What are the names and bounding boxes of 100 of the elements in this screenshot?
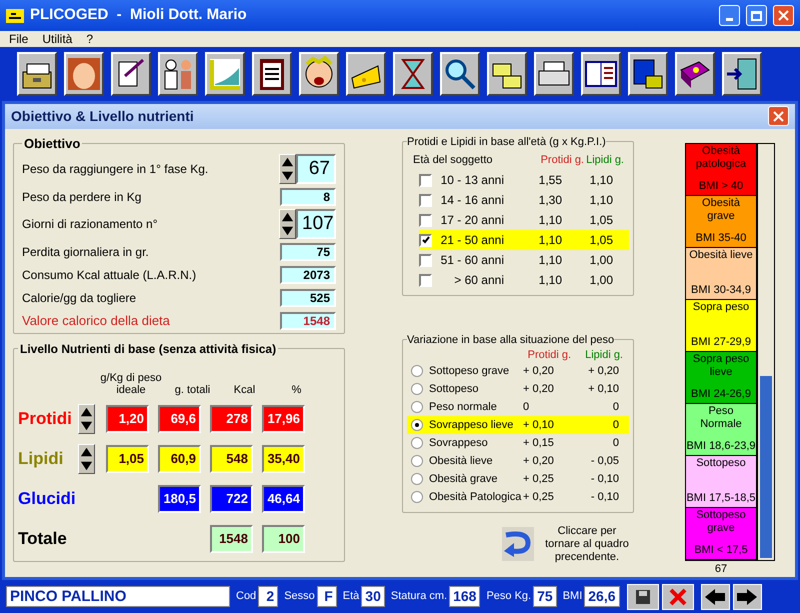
option-label: Sovrappeso lieve [428,418,514,433]
weight-option[interactable]: Sottopeso + 0,20 + 0,10 [407,380,629,398]
lipidi-value: + 0,10 [587,382,619,397]
age-row[interactable]: 14 - 16 anni 1,30 1,10 [419,190,629,210]
nutrient-label: Lipidi [18,448,64,470]
checkbox[interactable] [419,194,432,206]
toolbar-button[interactable] [440,52,480,96]
toolbar-button[interactable] [64,52,104,96]
value-cell: 1,05 [106,444,149,472]
status-value: 30 [361,586,385,607]
option-label: Obesità lieve [428,454,494,469]
value-field[interactable]: 107 [296,209,336,239]
toolbar-button[interactable] [252,52,292,96]
radio-button[interactable] [411,365,423,377]
dialog-close-button[interactable] [768,106,789,126]
close-icon [773,110,784,122]
age-label: 10 - 13 anni [440,172,505,189]
minimize-button[interactable] [719,5,740,26]
weight-option[interactable]: Sottopeso grave + 0,20 + 0,20 [407,362,629,380]
toolbar-button[interactable] [487,52,527,96]
toolbar-button[interactable] [111,52,151,96]
band-range: BMI > 40 [698,180,744,194]
age-row[interactable]: > 60 anni 1,10 1,00 [419,270,629,290]
value-cell: 278 [210,404,253,432]
spin-buttons[interactable] [279,154,296,184]
lipidi-value: - 0,05 [590,454,619,469]
spin-buttons[interactable] [279,209,296,239]
next-button[interactable] [732,584,762,610]
cancel-button[interactable] [662,584,694,610]
group-title: Livello Nutrienti di base (senza attività fisica) [19,340,278,358]
age-row[interactable]: 21 - 50 anni 1,10 1,05 [419,230,629,250]
field-label: Calorie/gg da togliere [22,290,138,306]
menu-item[interactable]: Utilità [42,30,72,48]
band-name: Obesità lieve [688,248,754,262]
value-field: 1548 [280,312,336,330]
status-value: 75 [533,586,557,607]
radio-button[interactable] [411,401,423,413]
radio-button[interactable] [411,437,423,449]
toolbar-button[interactable] [158,52,198,96]
close-button[interactable] [773,5,794,26]
weight-option[interactable]: Peso normale 0 0 [407,398,629,416]
value-field[interactable]: 67 [296,154,336,184]
age-row[interactable]: 10 - 13 anni 1,55 1,10 [419,170,629,190]
back-hint: Cliccare per tornare al quadro precendente. [544,524,630,564]
toolbar-button[interactable] [534,52,574,96]
nutrient-label: Totale [18,528,68,550]
menu-item[interactable]: File [9,30,28,48]
menu-item[interactable]: ? [86,30,94,48]
weight-option[interactable]: Obesità Patologica+ 0,25 - 0,10 [407,488,629,506]
protidi-value: + 0,20 [523,364,555,379]
bmi-reading: 67 [714,562,728,576]
radio-button[interactable] [411,473,423,485]
protidi-value: + 0,25 [523,490,555,505]
check-icon [422,236,430,244]
save-button[interactable] [626,584,658,610]
weight-option[interactable]: Obesità lieve + 0,20 - 0,05 [407,452,629,470]
nutrient-label: Protidi [18,408,73,430]
toolbar-button[interactable] [722,52,762,96]
weight-option[interactable]: Obesità grave + 0,25 - 0,10 [407,470,629,488]
band-range: BMI 18,6-23,9 [686,440,756,454]
band-range: BMI 35-40 [696,232,746,246]
protidi-value: + 0,25 [523,472,555,487]
radio-button[interactable] [411,455,423,467]
option-label: Sottopeso [428,382,480,397]
protidi-value: 1,10 [538,272,562,289]
column-header: Lipidi g. [585,152,624,168]
toolbar-button[interactable] [581,52,621,96]
maximize-button[interactable] [746,5,767,26]
age-row[interactable]: 51 - 60 anni 1,10 1,00 [419,250,629,270]
toolbar-button[interactable] [299,52,339,96]
toolbar-button[interactable] [393,52,433,96]
protidi-value: + 0,20 [523,454,555,469]
radio-button[interactable] [411,383,423,395]
spin-buttons[interactable] [78,404,95,434]
radio-button[interactable] [411,419,423,431]
protidi-value: + 0,10 [523,418,555,433]
value-cell: 17,96 [262,404,305,432]
toolbar-button[interactable] [17,52,57,96]
toolbar-button[interactable] [628,52,668,96]
spin-buttons[interactable] [78,444,95,474]
back-button[interactable] [502,527,534,561]
checkbox[interactable] [419,274,432,286]
column-header: Protidi g. [540,152,584,168]
checkbox[interactable] [419,254,432,266]
column-header: Età del soggetto [412,152,494,168]
toolbar-button[interactable] [675,52,715,96]
checkbox[interactable] [419,214,432,226]
radio-button[interactable] [411,491,423,503]
weight-option[interactable]: Sovrappeso lieve + 0,10 0 [407,416,629,434]
checkbox[interactable] [419,174,432,186]
previous-button[interactable] [700,584,730,610]
down-arrow-icon [280,224,295,238]
status-label: Peso Kg. [486,589,532,604]
toolbar-button[interactable] [205,52,245,96]
weight-option[interactable]: Sovrappeso + 0,15 0 [407,434,629,452]
toolbar-button[interactable] [346,52,386,96]
value-field: 75 [280,242,336,260]
age-row[interactable]: 17 - 20 anni 1,10 1,05 [419,210,629,230]
column-header: g/Kg di peso ideale [100,372,162,396]
checkbox[interactable] [419,234,432,246]
